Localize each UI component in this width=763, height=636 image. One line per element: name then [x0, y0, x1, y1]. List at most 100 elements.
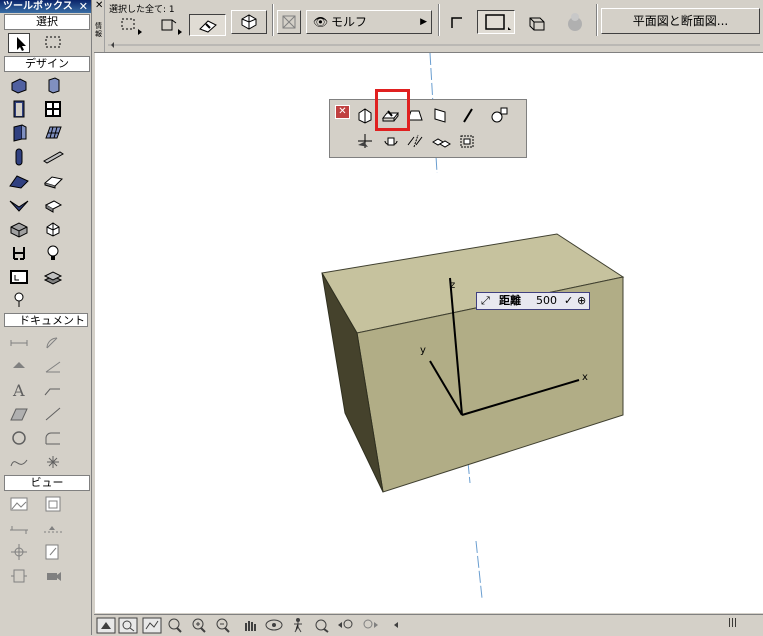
toolbox-close-icon[interactable]: ✕	[79, 0, 88, 13]
section-document[interactable]: ドキュメント	[4, 313, 88, 327]
angle-dimension-tool-icon[interactable]	[42, 356, 64, 376]
section-design[interactable]: デザイン	[4, 56, 90, 72]
info-box-close-icon[interactable]: ✕	[95, 0, 103, 11]
dimension-tool-icon[interactable]	[8, 332, 30, 352]
next-zoom-icon[interactable]	[360, 617, 380, 634]
lamp-tool-icon[interactable]	[42, 243, 64, 263]
floor-plan-section-button[interactable]: 平面図と断面図...	[601, 8, 760, 34]
curtain-wall-tool-icon[interactable]	[8, 123, 30, 143]
distance-tracker[interactable]: ⤢ 距離 500 ✓ ⊕	[476, 292, 590, 310]
camera-tool-icon[interactable]	[42, 566, 64, 586]
material-ball-icon[interactable]	[560, 10, 590, 34]
multiply-tool-icon[interactable]	[456, 131, 478, 151]
elevate-tool-icon[interactable]	[430, 131, 452, 151]
circle-tool-icon[interactable]	[8, 428, 30, 448]
distance-label: 距離	[499, 294, 521, 307]
hotspot-tool-icon[interactable]	[8, 289, 30, 309]
elevation-tool-icon[interactable]	[42, 518, 64, 538]
hotspot-star-tool-icon[interactable]	[42, 452, 64, 472]
resize-grip-icon[interactable]: |||	[728, 618, 737, 628]
section-line-tool-icon[interactable]	[8, 518, 30, 538]
move-tool-icon[interactable]	[354, 131, 376, 151]
line-tool-icon[interactable]	[42, 404, 64, 424]
distance-confirm-icon[interactable]: ✓	[564, 293, 573, 309]
svg-text:A: A	[12, 381, 25, 400]
pencil-icon[interactable]	[456, 105, 478, 125]
zoom-out-icon[interactable]	[214, 617, 234, 634]
toolbox-panel: ツールボックス ✕ 選択 デザイン ドキュメント A ビュー	[0, 0, 92, 635]
worksheet-tool-icon[interactable]	[42, 542, 64, 562]
rotate-tool-icon[interactable]	[380, 131, 402, 151]
info-box-side-strip: ✕ 情報	[94, 0, 105, 52]
wall-tool-icon[interactable]	[8, 75, 30, 95]
offset-face-icon[interactable]	[430, 105, 452, 125]
column-tool-icon[interactable]	[42, 75, 64, 95]
drawing-tool-icon[interactable]	[42, 494, 64, 514]
door-tool-icon[interactable]	[8, 99, 30, 119]
mesh-grid-tool-icon[interactable]	[42, 123, 64, 143]
zone-tool-icon[interactable]	[8, 267, 30, 287]
text-tool-icon[interactable]: A	[8, 380, 30, 400]
edge-type-icon[interactable]	[444, 10, 472, 34]
label-tool-icon[interactable]	[42, 380, 64, 400]
polyline-tool-icon[interactable]	[42, 428, 64, 448]
layers-tool-icon[interactable]	[42, 267, 64, 287]
box-projection-icon[interactable]	[522, 10, 552, 34]
mirror-tool-icon[interactable]	[404, 131, 426, 151]
distance-option-icon[interactable]: ⊕	[577, 293, 586, 309]
push-pull-button[interactable]	[189, 14, 226, 36]
element-type-label: モルフ	[331, 15, 368, 29]
roof-tool-icon[interactable]	[8, 171, 30, 191]
eye-icon: 👁	[313, 15, 329, 29]
pet-palette-close-icon[interactable]: ✕	[335, 105, 350, 119]
stair-tool-icon[interactable]	[42, 195, 64, 215]
custom-settings-icon[interactable]	[488, 105, 510, 125]
morph-box-tool-icon[interactable]	[8, 219, 30, 239]
distance-value-input[interactable]: 500	[536, 293, 557, 309]
section-view[interactable]: ビュー	[4, 475, 90, 491]
distance-arrow-icon: ⤢	[481, 294, 490, 307]
fill-tool-icon[interactable]	[8, 404, 30, 424]
window-tool-icon[interactable]	[42, 99, 64, 119]
scroll-left-arrow-icon[interactable]	[386, 617, 398, 634]
info-box-scrollbar[interactable]	[108, 40, 760, 50]
zoom-window-icon[interactable]	[118, 617, 138, 634]
toolbox-title: ツールボックス	[3, 1, 73, 12]
layer-button[interactable]	[277, 10, 301, 34]
object-tool-icon[interactable]	[8, 243, 30, 263]
explore-walk-icon[interactable]	[288, 617, 308, 634]
dropdown-arrow-icon: ▶	[420, 17, 427, 27]
element-type-dropdown[interactable]: 👁 モルフ ▶	[306, 10, 432, 34]
level-dimension-tool-icon[interactable]	[8, 356, 30, 376]
home-view-icon[interactable]	[96, 617, 116, 634]
orbit-icon[interactable]	[264, 617, 284, 634]
beam-tool-icon[interactable]	[42, 147, 64, 167]
shape-rectangle-button[interactable]	[477, 10, 515, 34]
detail-tool-icon[interactable]	[8, 542, 30, 562]
marquee-tool-icon[interactable]	[42, 32, 64, 52]
offset-all-edges-icon[interactable]	[354, 105, 376, 125]
picture-tool-icon[interactable]	[8, 494, 30, 514]
slab-tool-icon[interactable]	[42, 171, 64, 191]
zoom-in-area-icon[interactable]	[166, 617, 186, 634]
axis-label-y: y	[420, 345, 426, 356]
shell-tool-icon[interactable]	[8, 195, 30, 215]
info-separator-3	[596, 4, 598, 36]
spline-tool-icon[interactable]	[8, 452, 30, 472]
geometry-method-icon[interactable]	[156, 15, 186, 37]
arrow-tool-icon[interactable]	[8, 33, 30, 53]
selection-type-icon[interactable]	[118, 15, 148, 37]
pillar-tool-icon[interactable]	[8, 147, 30, 167]
pan-hand-icon[interactable]	[240, 617, 260, 634]
morph-tool-icon[interactable]	[42, 219, 64, 239]
section-select[interactable]: 選択	[4, 14, 90, 30]
previous-zoom-icon[interactable]	[336, 617, 356, 634]
interior-elevation-tool-icon[interactable]	[8, 566, 30, 586]
radial-dimension-tool-icon[interactable]	[42, 332, 64, 352]
selection-info-text: 選択した全て: 1	[109, 5, 175, 15]
fit-in-window-icon[interactable]	[312, 617, 332, 634]
axis-label-z: z	[450, 280, 456, 291]
zoom-in-icon[interactable]	[190, 617, 210, 634]
morph-shape-button[interactable]	[231, 10, 267, 34]
navigation-mode-icon[interactable]	[142, 617, 162, 634]
